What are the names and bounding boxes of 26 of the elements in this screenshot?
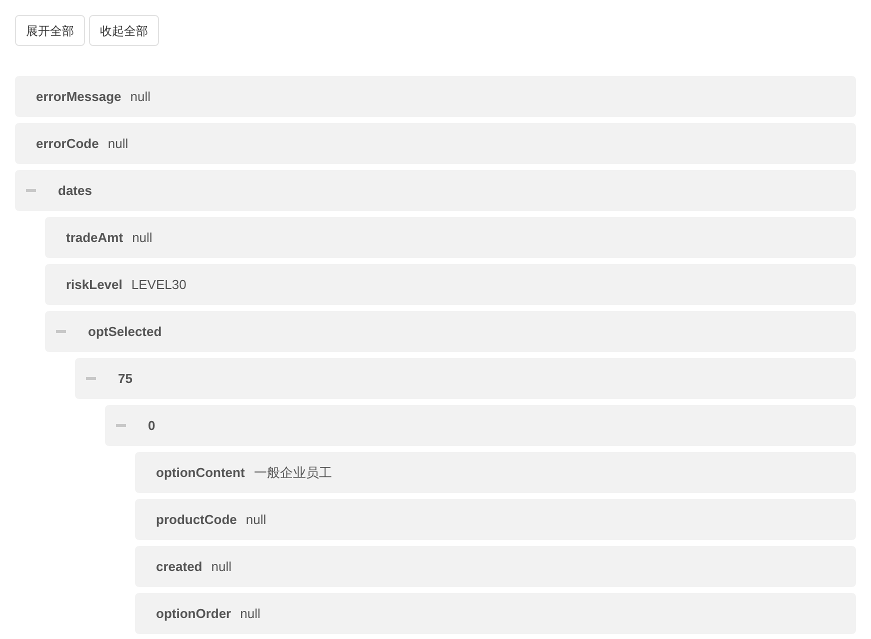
tree-value: null	[130, 88, 151, 106]
tree-row[interactable]: 0	[105, 405, 856, 446]
tree-value: null	[240, 604, 260, 623]
tree-value: null	[132, 228, 152, 247]
tree-value: null	[246, 510, 266, 529]
tree-key: tradeAmt	[66, 228, 124, 248]
tree-value: null	[211, 558, 232, 576]
tree-key: errorCode	[36, 134, 99, 154]
toolbar-button[interactable]: 展开全部	[15, 15, 85, 46]
tree-row[interactable]: optSelected	[45, 311, 856, 352]
tree-key: errorMessage	[36, 86, 122, 106]
tree-value: 一般企业员工	[254, 464, 332, 482]
toolbar-button[interactable]: 收起全部	[89, 15, 159, 46]
tree-key: optSelected	[88, 322, 162, 342]
tree-key: productCode	[156, 510, 237, 530]
tree-row[interactable]: 75	[75, 358, 856, 399]
tree-key: riskLevel	[66, 274, 122, 294]
tree-key: dates	[58, 180, 92, 200]
tree-key: 75	[118, 368, 132, 388]
tree-key: 0	[148, 416, 156, 436]
tree-key: optionOrder	[156, 604, 232, 624]
tree-row[interactable]: dates	[15, 170, 856, 211]
tree-value: LEVEL30	[131, 276, 186, 294]
tree-value: null	[108, 134, 128, 153]
tree-key: optionContent	[156, 462, 245, 482]
tree-key: created	[156, 556, 202, 576]
